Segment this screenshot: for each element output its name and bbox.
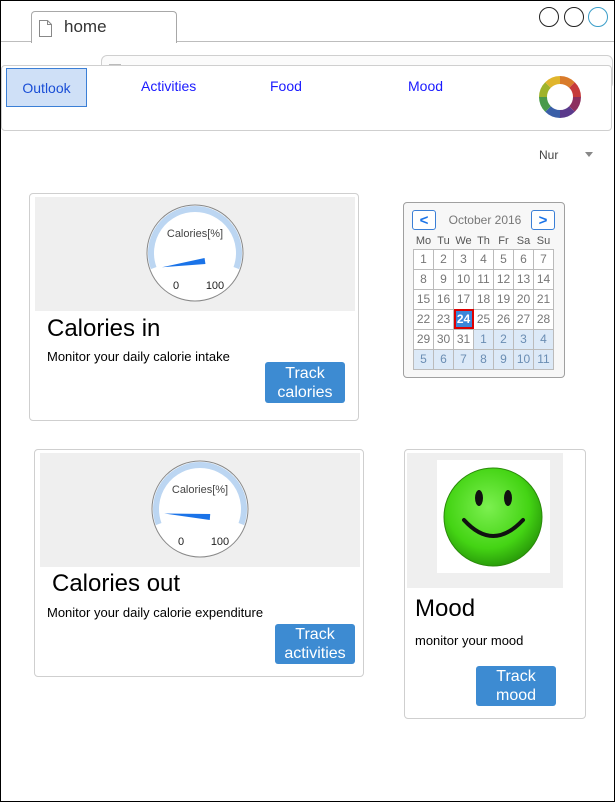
card-media: Calories[%] 0 100 — [40, 453, 360, 567]
calendar-day[interactable]: 9 — [433, 268, 454, 290]
calendar-day[interactable]: 21 — [533, 288, 554, 310]
gauge-label: Calories[%] — [172, 484, 228, 496]
close-button[interactable] — [588, 7, 608, 27]
calories-out-gauge: Calories[%] 0 100 — [151, 460, 249, 558]
calendar-next-button[interactable]: > — [531, 210, 555, 230]
calendar-day[interactable]: 4 — [533, 328, 554, 350]
card-media: Calories[%] 0 100 — [35, 197, 355, 311]
calendar-day[interactable]: 5 — [413, 348, 434, 370]
calendar-day[interactable]: 14 — [533, 268, 554, 290]
gauge-label: Calories[%] — [167, 228, 223, 240]
nav-item-mood[interactable]: Mood — [408, 78, 443, 94]
calendar-weekday: Mo — [415, 234, 432, 247]
calendar-grid: Mo Tu We Th Fr Sa Su 1 2 3 4 5 6 7 8 9 10 11 12 13 14 15 16 17… — [413, 233, 554, 370]
calendar-day[interactable]: 22 — [413, 308, 434, 330]
mood-image — [437, 460, 550, 573]
smiley-face-icon — [443, 467, 543, 567]
card-description: monitor your mood — [415, 633, 524, 648]
browser-window: home ← → Outlook Activities Food Mood Nu… — [0, 0, 615, 802]
calories-in-card: Calories[%] 0 100 Calories in Monitor yo… — [29, 193, 359, 421]
gauge-max-label: 100 — [211, 536, 229, 548]
calendar-day-today[interactable]: 24 — [453, 308, 474, 330]
calendar-day[interactable]: 6 — [433, 348, 454, 370]
calendar-weekday: Fr — [498, 234, 509, 247]
calendar-day[interactable]: 26 — [493, 308, 514, 330]
card-title: Calories out — [52, 570, 181, 597]
gauge-min-label: 0 — [178, 536, 184, 548]
calendar-day[interactable]: 9 — [493, 348, 514, 370]
calendar-day[interactable]: 28 — [533, 308, 554, 330]
browser-tab[interactable]: home — [31, 11, 177, 43]
calendar-day[interactable]: 4 — [473, 248, 494, 270]
card-title: Calories in — [47, 315, 161, 342]
calendar-month-title: October 2016 — [448, 213, 522, 227]
calendar-day[interactable]: 30 — [433, 328, 454, 350]
calendar-day[interactable]: 19 — [493, 288, 514, 310]
track-calories-button[interactable]: Track calories — [265, 362, 345, 403]
calendar-day[interactable]: 11 — [533, 348, 554, 370]
calendar-weekday: We — [455, 234, 472, 247]
calendar-weekday: Su — [536, 234, 551, 247]
calendar-day[interactable]: 8 — [413, 268, 434, 290]
calendar-weekday: Sa — [516, 234, 531, 247]
card-title: Mood — [415, 595, 476, 622]
calories-out-card: Calories[%] 0 100 Calories out Monitor y… — [34, 449, 364, 677]
gauge-max-label: 100 — [206, 280, 224, 292]
calendar-day[interactable]: 12 — [493, 268, 514, 290]
file-icon — [39, 20, 52, 37]
calendar-day[interactable]: 13 — [513, 268, 534, 290]
calendar-day[interactable]: 20 — [513, 288, 534, 310]
calendar-day[interactable]: 11 — [473, 268, 494, 290]
tab-title: home — [64, 17, 107, 36]
calendar-weekday: Th — [477, 234, 490, 247]
calendar-widget: < October 2016 > Mo Tu We Th Fr Sa Su 12345678… — [403, 202, 565, 378]
calendar-day[interactable]: 17 — [453, 288, 474, 310]
calendar-day[interactable]: 3 — [453, 248, 474, 270]
calendar-day[interactable]: 31 — [453, 328, 474, 350]
user-select[interactable]: Nur — [539, 148, 558, 162]
nav-item-food[interactable]: Food — [270, 78, 302, 94]
main-navigation: Outlook Activities Food Mood — [1, 65, 612, 131]
calendar-day[interactable]: 10 — [513, 348, 534, 370]
calendar-day[interactable]: 1 — [473, 328, 494, 350]
calendar-day[interactable]: 18 — [473, 288, 494, 310]
chevron-down-icon[interactable] — [585, 152, 593, 157]
calendar-day[interactable]: 23 — [433, 308, 454, 330]
mood-card: Mood monitor your mood Track mood — [404, 449, 586, 719]
calendar-day[interactable]: 8 — [473, 348, 494, 370]
card-description: Monitor your daily calorie expenditure — [47, 605, 264, 620]
calendar-prev-button[interactable]: < — [412, 210, 436, 230]
calendar-day[interactable]: 2 — [493, 328, 514, 350]
nav-item-activities[interactable]: Activities — [141, 78, 196, 94]
calendar-day[interactable]: 27 — [513, 308, 534, 330]
card-description: Monitor your daily calorie intake — [47, 349, 230, 364]
minimize-button[interactable] — [539, 7, 559, 27]
calendar-day[interactable]: 1 — [413, 248, 434, 270]
nav-item-outlook[interactable]: Outlook — [6, 68, 87, 107]
calendar-day[interactable]: 25 — [473, 308, 494, 330]
gauge-min-label: 0 — [173, 280, 179, 292]
calendar-day[interactable]: 7 — [533, 248, 554, 270]
calendar-day[interactable]: 6 — [513, 248, 534, 270]
calendar-day[interactable]: 3 — [513, 328, 534, 350]
app-logo-icon[interactable] — [535, 72, 585, 122]
track-activities-button[interactable]: Track activities — [275, 624, 355, 664]
calendar-day[interactable]: 29 — [413, 328, 434, 350]
maximize-button[interactable] — [564, 7, 584, 27]
calendar-day[interactable]: 5 — [493, 248, 514, 270]
calendar-day[interactable]: 16 — [433, 288, 454, 310]
track-mood-button[interactable]: Track mood — [476, 666, 556, 706]
calendar-day[interactable]: 2 — [433, 248, 454, 270]
calendar-weekday: Tu — [437, 234, 450, 247]
calories-in-gauge: Calories[%] 0 100 — [146, 204, 244, 302]
calendar-day[interactable]: 7 — [453, 348, 474, 370]
calendar-day[interactable]: 10 — [453, 268, 474, 290]
card-media — [407, 453, 563, 588]
calendar-day[interactable]: 15 — [413, 288, 434, 310]
